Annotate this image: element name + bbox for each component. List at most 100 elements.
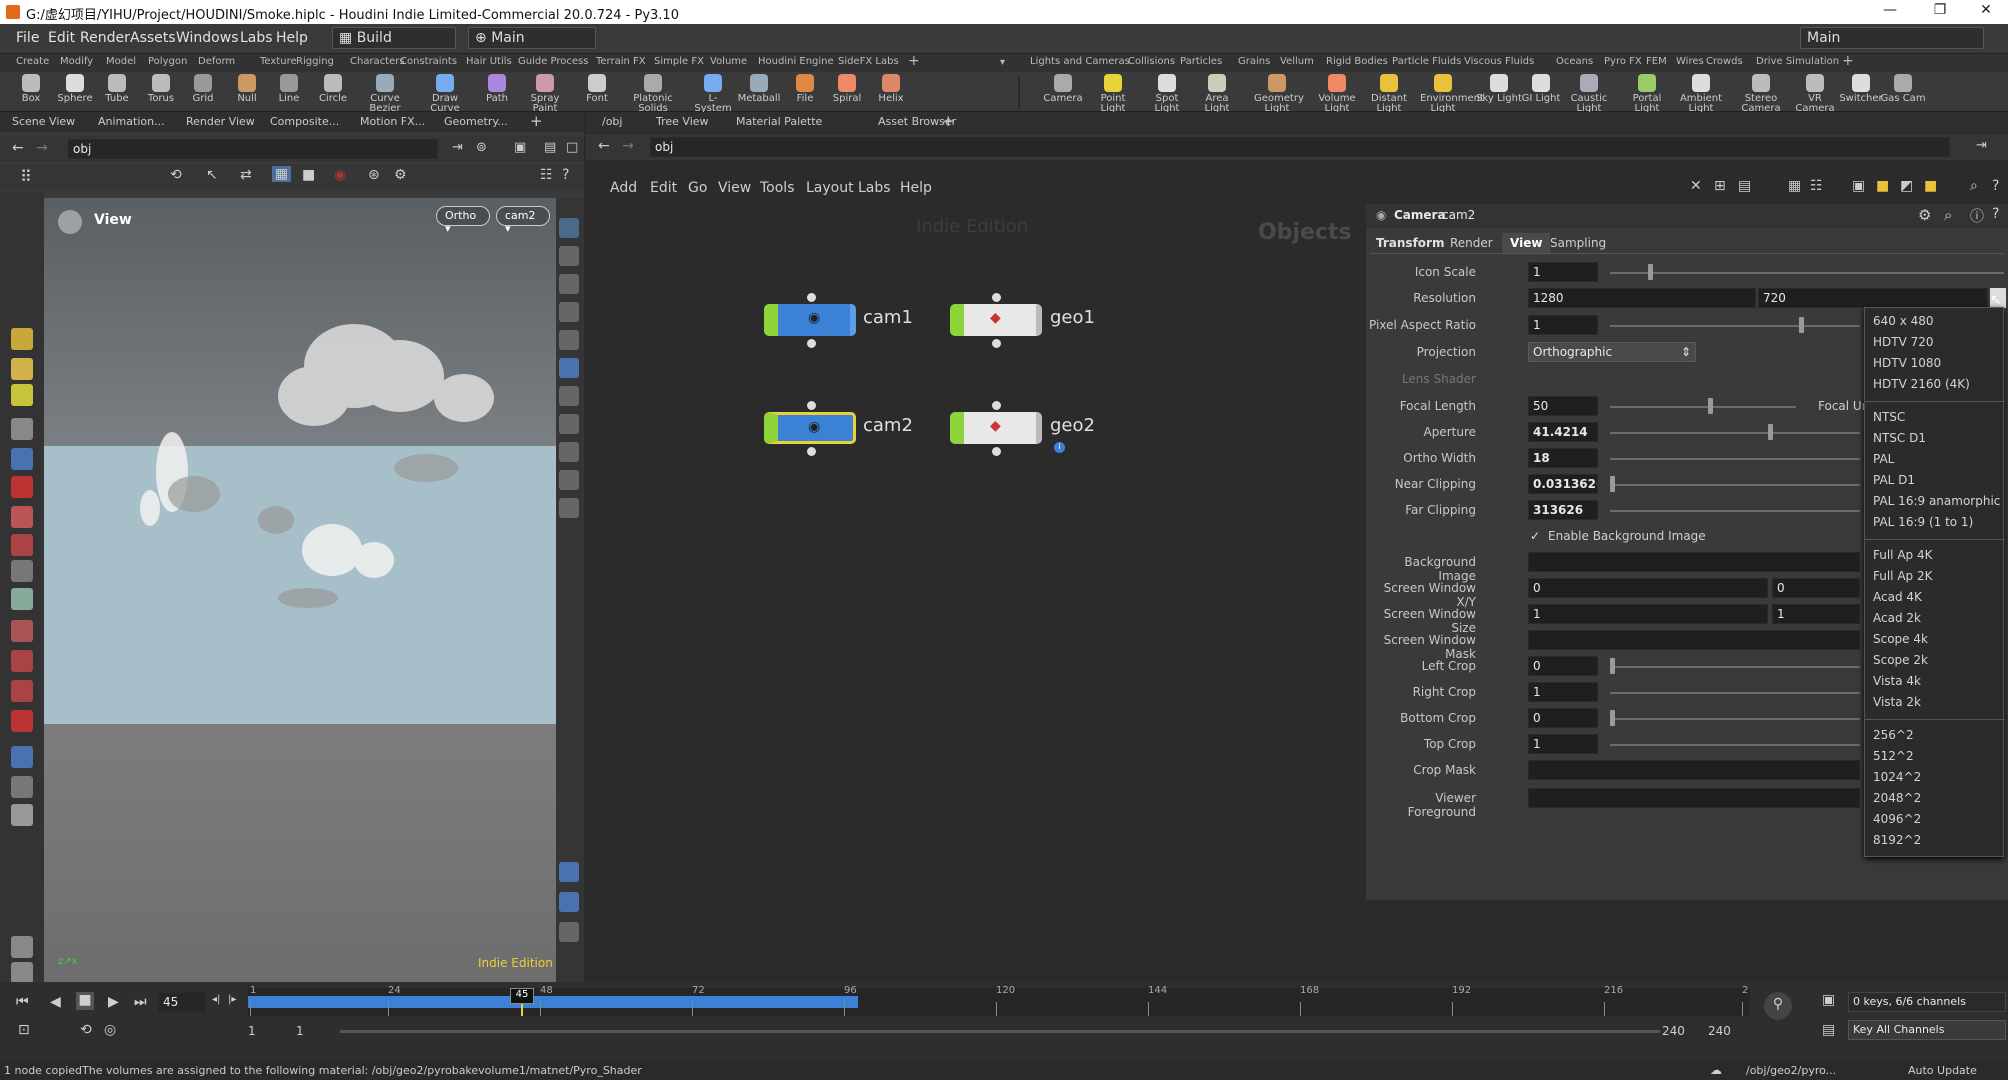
shelf-tool-circle[interactable]: Circle <box>310 74 356 104</box>
right-crop-field[interactable]: 1 <box>1528 682 1598 702</box>
range-end-field[interactable]: 240 <box>1662 1024 1685 1038</box>
close-button[interactable]: ✕ <box>1966 2 2006 22</box>
main-context-dropdown[interactable]: ⊕ Main <box>468 27 596 49</box>
focal-length-knob[interactable] <box>1708 398 1713 414</box>
tab-render[interactable]: Render <box>1450 236 1493 250</box>
node-geo1-input[interactable] <box>992 293 1001 302</box>
shelf-tool-gi-light[interactable]: GI Light <box>1518 74 1564 104</box>
resolution-option[interactable]: NTSC D1 <box>1873 431 1926 445</box>
param-info-icon[interactable]: ⓘ <box>1970 206 1984 226</box>
shelf-tab-vellum[interactable]: Vellum <box>1280 56 1314 67</box>
shelf-tab-pyro-fx[interactable]: Pyro FX <box>1604 56 1642 67</box>
info-badge-icon[interactable]: i <box>1054 442 1065 453</box>
view-tool-icon[interactable]: ⟲ <box>170 167 182 183</box>
node-geo1-output[interactable] <box>992 339 1001 348</box>
net-menu-edit[interactable]: Edit <box>650 180 677 196</box>
sculpt-tool-icon[interactable] <box>11 680 33 702</box>
shelf-tool-path[interactable]: Path <box>474 74 520 104</box>
node-geo2-output[interactable] <box>992 447 1001 456</box>
icon-scale-knob[interactable] <box>1648 264 1653 280</box>
menu-edit[interactable]: Edit <box>48 30 75 46</box>
shelf-tool-platonic-solids[interactable]: Platonic Solids <box>630 74 676 114</box>
shelf-tool-portal-light[interactable]: Portal Light <box>1624 74 1670 114</box>
ghost-icon[interactable] <box>559 358 579 378</box>
menu-labs[interactable]: Labs <box>240 30 273 46</box>
param-gear-icon[interactable]: ⚙ <box>1918 206 1931 224</box>
shelf-tool-spiral[interactable]: Spiral <box>824 74 870 104</box>
net-forward-icon[interactable]: → <box>622 138 634 154</box>
resolution-option[interactable]: Scope 4k <box>1873 632 1928 646</box>
menu-help[interactable]: Help <box>276 30 308 46</box>
shelf-tab-fem[interactable]: FEM <box>1646 56 1667 67</box>
add-shelf-right-icon[interactable]: + <box>1842 53 1854 69</box>
display-icon[interactable]: ▤ <box>544 140 556 155</box>
flashlight-icon[interactable] <box>11 804 33 826</box>
node-name-field[interactable]: cam2 <box>1442 208 1475 222</box>
shelf-tab-rigid-bodies[interactable]: Rigid Bodies <box>1326 56 1388 67</box>
cam-persp-icon[interactable] <box>559 218 579 238</box>
far-clipping-slider[interactable] <box>1610 510 1860 512</box>
top-crop-slider[interactable] <box>1610 744 1860 746</box>
shelf-tool-grid[interactable]: Grid <box>180 74 226 104</box>
info-icon[interactable] <box>559 922 579 942</box>
shelf-tab-particles[interactable]: Particles <box>1180 56 1222 67</box>
shelf-tool-helix[interactable]: Helix <box>868 74 914 104</box>
net-back-icon[interactable]: ← <box>598 138 610 154</box>
shelf-tab-drive-simulation[interactable]: Drive Simulation <box>1756 56 1839 67</box>
view-camera-icon[interactable] <box>11 746 33 768</box>
bottom-crop-field[interactable]: 0 <box>1528 708 1598 728</box>
shelf-tool-camera[interactable]: Camera <box>1040 74 1086 104</box>
back-arrow-icon[interactable]: ← <box>12 140 24 156</box>
timeline-track[interactable]: 1 24 48 72 96 120 144 168 192 216 2 45 <box>248 985 1750 1016</box>
shelf-tool-environment-light[interactable]: Environment Light <box>1420 74 1484 114</box>
camera-persp-icon[interactable]: ⊛ <box>368 167 380 183</box>
key-options-icon[interactable]: ▤ <box>1822 1022 1835 1038</box>
tab-render-view[interactable]: Render View <box>186 115 255 128</box>
record-icon[interactable]: ◉ <box>334 167 346 183</box>
current-frame-field[interactable]: 45 <box>158 992 206 1012</box>
node-geo2[interactable]: ◆ <box>950 412 1042 444</box>
camera-view-icon[interactable] <box>559 862 579 882</box>
node-cam1-input[interactable] <box>807 293 816 302</box>
go-start-icon[interactable]: ⏮ <box>16 994 29 1010</box>
shelf-tool-stereo-camera[interactable]: Stereo Camera <box>1738 74 1784 114</box>
transform-tool-icon[interactable] <box>11 588 33 610</box>
shelf-tab-modify[interactable]: Modify <box>60 56 93 67</box>
resolution-option[interactable]: Vista 4k <box>1873 674 1921 688</box>
minimize-button[interactable]: — <box>1870 2 1910 22</box>
shelf-tab-terrain-fx[interactable]: Terrain FX <box>596 56 646 67</box>
node-cam1-output[interactable] <box>807 339 816 348</box>
node-geo2-input[interactable] <box>992 401 1001 410</box>
shelf-tab-grains[interactable]: Grains <box>1238 56 1270 67</box>
pixel-aspect-knob[interactable] <box>1799 317 1804 333</box>
resolution-x-field[interactable]: 1280 <box>1528 288 1756 308</box>
paint-tool-icon[interactable] <box>11 650 33 672</box>
tab-scene-view[interactable]: Scene View <box>12 115 75 128</box>
resolution-option[interactable]: Vista 2k <box>1873 695 1921 709</box>
net-help-icon[interactable]: ? <box>1992 178 1999 194</box>
shelf-tab-collisions[interactable]: Collisions <box>1128 56 1175 67</box>
menu-assets[interactable]: Assets <box>130 30 176 46</box>
shelf-tab-oceans[interactable]: Oceans <box>1556 56 1593 67</box>
forward-arrow-icon[interactable]: → <box>36 140 48 156</box>
auto-update-dropdown[interactable]: Auto Update <box>1908 1064 1977 1077</box>
bookmark-icon[interactable]: ■ <box>1924 178 1937 194</box>
tab-obj[interactable]: /obj <box>602 115 622 128</box>
shelf-tab-volume[interactable]: Volume <box>710 56 747 67</box>
net-menu-labs[interactable]: Labs <box>858 180 891 196</box>
node-cam2[interactable]: ◉ <box>764 412 856 444</box>
resolution-option[interactable]: PAL 16:9 (1 to 1) <box>1873 515 1973 529</box>
select-arrow-icon[interactable] <box>11 328 33 350</box>
add-tab-icon[interactable]: + <box>530 112 543 130</box>
shelf-tool-draw-curve[interactable]: Draw Curve <box>422 74 468 114</box>
display-mode-icon[interactable] <box>559 442 579 462</box>
shelf-tab-houdini-engine[interactable]: Houdini Engine <box>758 56 834 67</box>
resolution-option[interactable]: HDTV 2160 (4K) <box>1873 377 1970 391</box>
pixel-aspect-field[interactable]: 1 <box>1528 315 1598 335</box>
shelf-tool-line[interactable]: Line <box>266 74 312 104</box>
step-forward-icon[interactable]: |▸ <box>228 994 236 1005</box>
left-crop-knob[interactable] <box>1610 658 1615 674</box>
net-menu-go[interactable]: Go <box>688 180 707 196</box>
resolution-option[interactable]: 640 x 480 <box>1873 314 1934 328</box>
shelf-tab-viscous-fluids[interactable]: Viscous Fluids <box>1464 56 1534 67</box>
